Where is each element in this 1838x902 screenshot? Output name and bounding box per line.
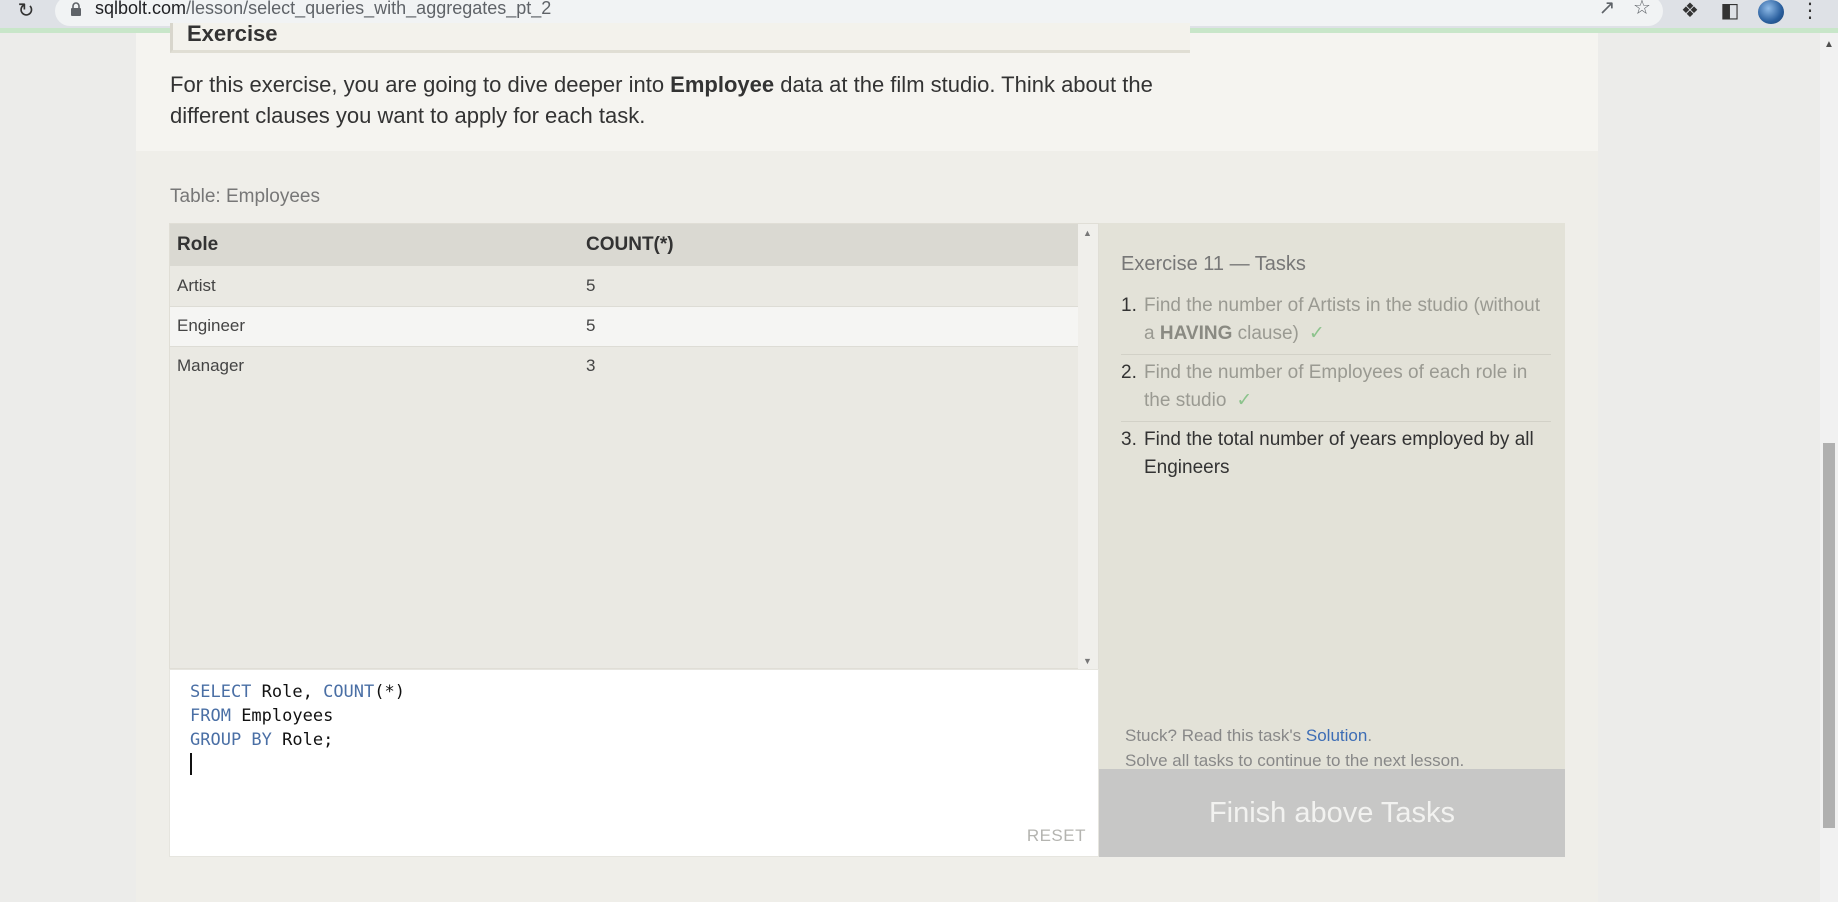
table-label: Table: Employees	[170, 186, 320, 207]
sql-editor[interactable]: SELECT Role, COUNT(*) FROM Employees GRO…	[169, 669, 1099, 857]
scroll-up-icon[interactable]: ▲	[1083, 228, 1092, 238]
results-scrollbar[interactable]: ▲ ▼	[1078, 224, 1098, 670]
table-row: Manager 3	[170, 346, 1078, 386]
exercise-description: For this exercise, you are going to dive…	[170, 72, 1153, 128]
task-list: 1. Find the number of Artists in the stu…	[1121, 288, 1551, 488]
task-item: 2. Find the number of Employees of each …	[1121, 355, 1551, 422]
finish-tasks-button[interactable]: Finish above Tasks	[1099, 769, 1565, 857]
extensions-icon[interactable]: ❖	[1676, 0, 1704, 24]
page-scrollbar[interactable]: ▲	[1820, 33, 1838, 902]
table-row: Engineer 5	[170, 306, 1078, 347]
table-cell: Engineer	[170, 306, 579, 347]
side-panel-icon[interactable]: ◧	[1716, 0, 1744, 24]
tasks-title: Exercise 11 — Tasks	[1121, 253, 1306, 275]
exercise-intro: Exercise For this exercise, you are goin…	[136, 21, 1598, 151]
exercise-heading-box: Exercise	[170, 21, 1190, 53]
lock-icon	[71, 2, 81, 16]
table-cell: Manager	[177, 356, 245, 376]
table-row: Artist 5	[170, 266, 1078, 307]
bookmark-star-icon[interactable]: ☆	[1628, 0, 1656, 20]
share-icon[interactable]: ↗	[1593, 0, 1621, 20]
scroll-up-icon[interactable]: ▲	[1824, 39, 1834, 50]
solution-link[interactable]: Solution	[1306, 726, 1367, 745]
reset-button[interactable]: RESET	[1027, 826, 1086, 846]
sql-code[interactable]: SELECT Role, COUNT(*) FROM Employees GRO…	[190, 680, 405, 776]
tasks-panel: Exercise 11 — Tasks 1. Find the number o…	[1099, 223, 1565, 857]
table-cell: 5	[579, 266, 1078, 307]
scrollbar-thumb[interactable]	[1823, 443, 1835, 828]
exercise-card: Exercise For this exercise, you are goin…	[136, 21, 1598, 902]
column-header-role: Role	[170, 224, 579, 266]
column-header-count: COUNT(*)	[579, 224, 1078, 266]
table-cell: Artist	[170, 266, 579, 307]
exercise-heading: Exercise	[187, 21, 278, 46]
table-header-row: Role COUNT(*)	[170, 224, 1078, 266]
task-item: 3. Find the total number of years employ…	[1121, 429, 1534, 478]
profile-avatar[interactable]	[1758, 0, 1784, 24]
check-icon: ✓	[1236, 390, 1253, 411]
table-cell: 5	[579, 306, 1078, 347]
scroll-down-icon[interactable]: ▼	[1083, 656, 1092, 666]
results-table: Role COUNT(*) Artist 5 Engineer 5 Manage…	[169, 223, 1099, 670]
check-icon: ✓	[1308, 323, 1325, 344]
menu-dots-icon[interactable]: ⋮	[1796, 0, 1824, 24]
url-text: sqlbolt.com/lesson/select_queries_with_a…	[95, 0, 552, 18]
task-item: 1. Find the number of Artists in the stu…	[1121, 288, 1551, 355]
reload-icon[interactable]: ↻	[12, 0, 40, 24]
table-cell: 3	[586, 356, 596, 376]
hint-text: Stuck? Read this task's Solution. Solve …	[1125, 726, 1465, 770]
text-cursor	[190, 753, 192, 775]
